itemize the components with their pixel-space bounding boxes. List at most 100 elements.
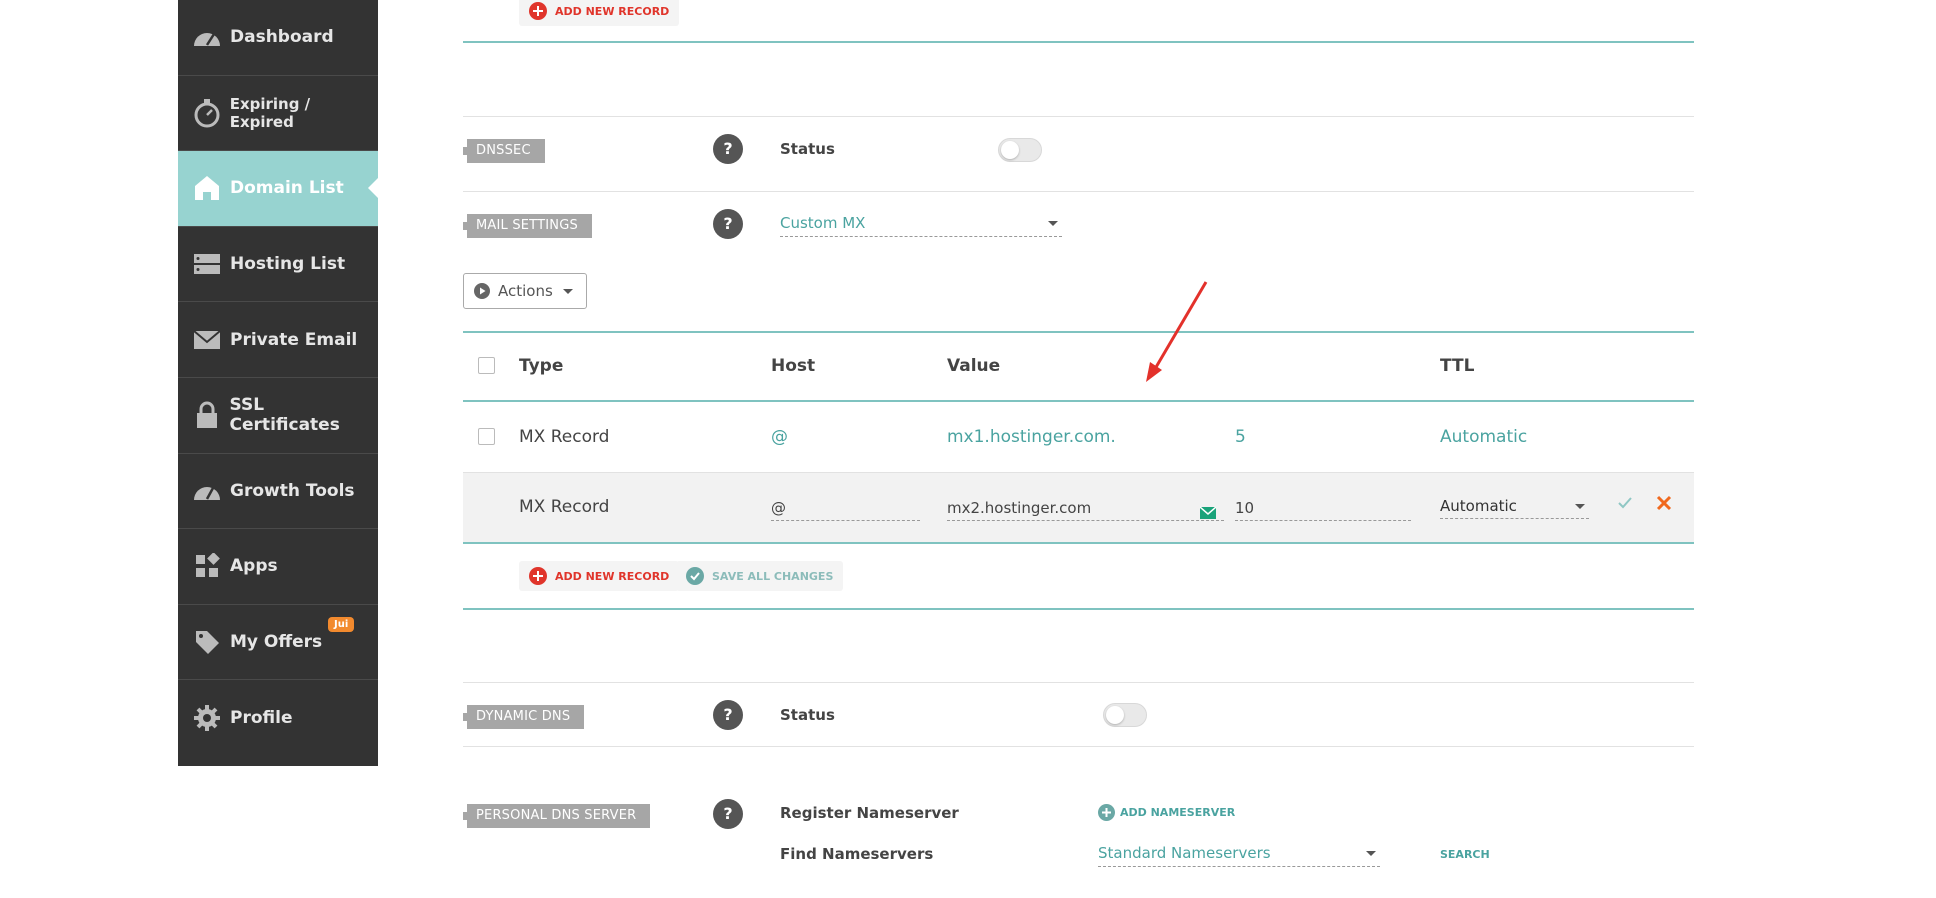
row-checkbox[interactable] xyxy=(478,428,495,445)
column-header-type[interactable]: Type xyxy=(519,356,563,376)
dynamic-dns-status-label: Status xyxy=(780,706,835,724)
sidebar-item-label: SSL Certificates xyxy=(229,395,340,436)
sidebar-item-ssl-certificates[interactable]: SSL Certificates xyxy=(178,378,378,454)
search-button[interactable]: SEARCH xyxy=(1440,848,1490,861)
actions-button[interactable]: Actions xyxy=(463,273,587,309)
sidebar-item-hosting-list[interactable]: Hosting List xyxy=(178,227,378,303)
column-header-value[interactable]: Value xyxy=(947,356,1000,376)
help-icon[interactable]: ? xyxy=(713,700,743,730)
divider xyxy=(463,682,1694,683)
sidebar-item-label: Dashboard xyxy=(230,27,334,48)
dnssec-tag: DNSSEC xyxy=(463,139,545,163)
plus-circle-icon xyxy=(1098,804,1115,821)
divider xyxy=(463,746,1694,747)
sidebar-item-profile[interactable]: Profile xyxy=(178,680,378,756)
chevron-down-icon xyxy=(1366,851,1376,856)
chevron-down-icon xyxy=(1048,221,1058,226)
add-record-label: ADD NEW RECORD xyxy=(555,4,670,18)
gauge-icon xyxy=(192,476,222,506)
value-input[interactable]: mx2.hostinger.com xyxy=(947,496,1224,521)
actions-label: Actions xyxy=(498,282,553,300)
sidebar-item-label: Expiring / Expired xyxy=(229,94,311,131)
annotation-arrow xyxy=(1146,281,1208,382)
check-circle-icon xyxy=(686,567,704,585)
envelope-icon xyxy=(1199,502,1217,526)
sidebar-item-label: Domain List xyxy=(230,178,344,199)
save-all-changes-label: SAVE ALL CHANGES xyxy=(712,569,834,583)
dnssec-status-label: Status xyxy=(780,140,835,158)
register-nameserver-label: Register Nameserver xyxy=(780,804,959,822)
sidebar-item-apps[interactable]: Apps xyxy=(178,529,378,605)
add-nameserver-button[interactable]: ADD NAMESERVER xyxy=(1098,804,1235,821)
record-value[interactable]: mx1.hostinger.com. xyxy=(947,427,1116,447)
cancel-x-icon[interactable] xyxy=(1656,495,1672,515)
divider xyxy=(463,400,1694,402)
host-input[interactable]: @ xyxy=(771,496,920,521)
add-new-record-label: ADD NEW RECORD xyxy=(555,569,670,583)
envelope-icon xyxy=(192,325,222,355)
value-input-text: mx2.hostinger.com xyxy=(947,499,1092,517)
help-icon[interactable]: ? xyxy=(713,134,743,164)
home-icon xyxy=(192,173,222,203)
select-all-checkbox[interactable] xyxy=(478,357,495,374)
help-icon[interactable]: ? xyxy=(713,209,743,239)
record-host[interactable]: @ xyxy=(771,427,788,447)
find-nameservers-dropdown[interactable]: Standard Nameservers xyxy=(1098,842,1380,867)
sidebar-item-label: Apps xyxy=(230,556,278,577)
sidebar: Dashboard Expiring / Expired Domain List… xyxy=(178,0,379,766)
mail-settings-value: Custom MX xyxy=(780,214,866,232)
record-ttl[interactable]: Automatic xyxy=(1440,427,1527,447)
divider xyxy=(463,542,1694,544)
sidebar-item-label: Hosting List xyxy=(230,254,346,275)
mail-settings-tag: MAIL SETTINGS xyxy=(463,214,592,238)
top-add-record-button[interactable]: ADD NEW RECORD xyxy=(519,0,680,26)
mail-settings-dropdown[interactable]: Custom MX xyxy=(780,212,1062,237)
dynamic-dns-tag: DYNAMIC DNS xyxy=(463,705,585,729)
sidebar-item-my-offers[interactable]: My Offers Jui xyxy=(178,605,378,681)
plus-circle-icon xyxy=(529,2,547,20)
gear-icon xyxy=(192,703,222,733)
tag-icon xyxy=(192,627,222,657)
dynamic-dns-toggle[interactable] xyxy=(1103,703,1147,727)
play-circle-icon xyxy=(474,283,490,299)
find-nameservers-value: Standard Nameservers xyxy=(1098,844,1271,862)
column-header-host[interactable]: Host xyxy=(771,356,815,376)
ttl-select-value: Automatic xyxy=(1440,497,1517,515)
chevron-down-icon xyxy=(1575,504,1585,509)
server-icon xyxy=(192,249,222,279)
divider xyxy=(463,331,1694,333)
divider xyxy=(463,608,1694,610)
sidebar-item-label: Profile xyxy=(230,708,293,729)
stopwatch-icon xyxy=(192,98,222,128)
confirm-check-icon[interactable] xyxy=(1617,495,1633,515)
divider xyxy=(463,41,1694,43)
priority-input[interactable]: 10 xyxy=(1235,496,1411,521)
divider xyxy=(463,191,1694,192)
sidebar-item-domain-list[interactable]: Domain List xyxy=(178,151,379,227)
ttl-select[interactable]: Automatic xyxy=(1440,494,1589,519)
column-header-ttl[interactable]: TTL xyxy=(1440,356,1474,376)
sidebar-item-label: Private Email xyxy=(230,329,358,350)
sidebar-item-growth-tools[interactable]: Growth Tools xyxy=(178,454,378,530)
sidebar-item-dashboard[interactable]: Dashboard xyxy=(178,0,378,76)
find-nameservers-label: Find Nameservers xyxy=(780,845,934,863)
divider xyxy=(463,116,1694,117)
record-type: MX Record xyxy=(519,427,610,447)
personal-dns-tag: PERSONAL DNS SERVER xyxy=(463,804,651,828)
dashboard-gauge-icon xyxy=(192,22,222,52)
edit-record-type: MX Record xyxy=(519,497,610,517)
save-all-changes-button[interactable]: SAVE ALL CHANGES xyxy=(676,561,844,591)
offers-badge: Jui xyxy=(328,616,355,632)
chevron-down-icon xyxy=(562,288,573,294)
sidebar-item-label: Growth Tools xyxy=(230,480,355,501)
apps-grid-icon xyxy=(192,551,222,581)
help-icon[interactable]: ? xyxy=(713,799,743,829)
lock-icon xyxy=(192,400,222,430)
sidebar-item-label: My Offers xyxy=(230,632,323,653)
sidebar-item-expiring[interactable]: Expiring / Expired xyxy=(178,76,378,152)
plus-circle-icon xyxy=(529,567,547,585)
record-priority[interactable]: 5 xyxy=(1235,427,1246,447)
sidebar-item-private-email[interactable]: Private Email xyxy=(178,302,378,378)
add-new-record-button[interactable]: ADD NEW RECORD xyxy=(519,561,680,591)
dnssec-toggle[interactable] xyxy=(998,138,1042,162)
